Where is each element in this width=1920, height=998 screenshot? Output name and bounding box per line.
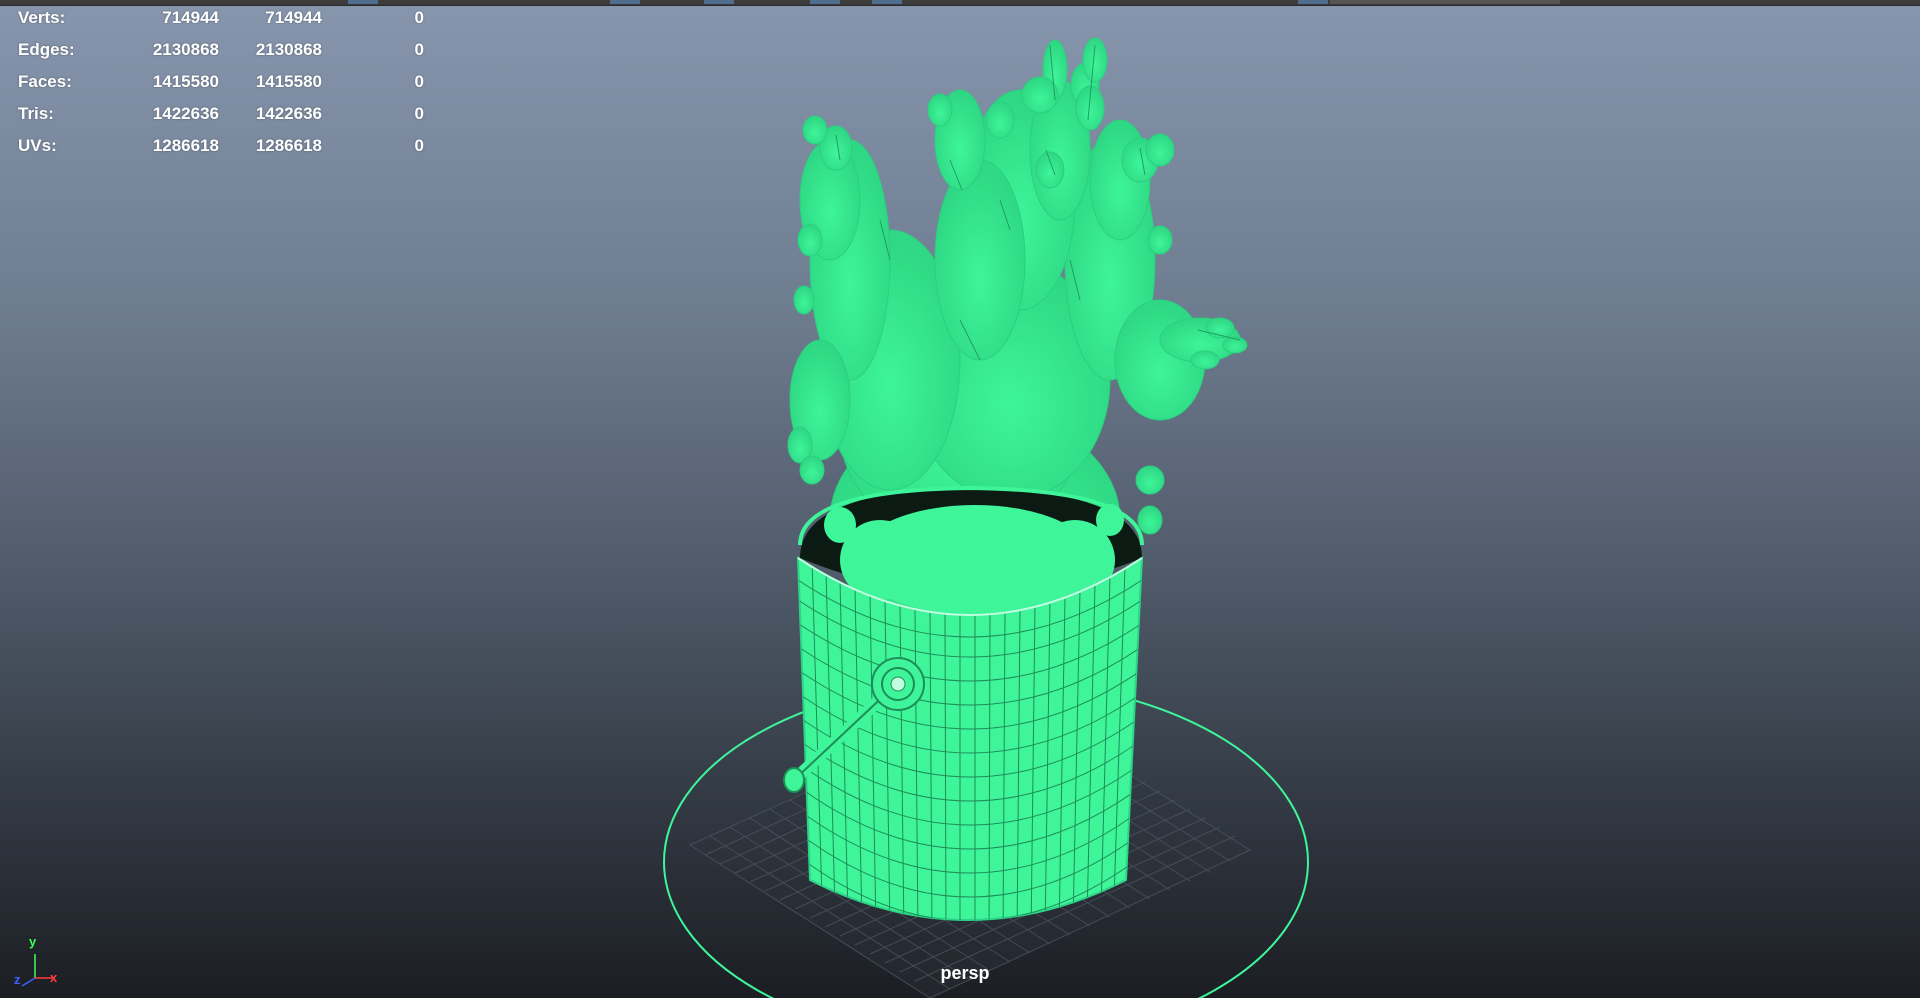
- hud-label: Faces:: [18, 72, 72, 91]
- hud-row-uvs: UVs: 1286618 1286618 0: [18, 130, 424, 162]
- camera-name-label: persp: [940, 963, 990, 983]
- axis-x-label: x: [50, 970, 58, 985]
- hud-value: 0: [414, 8, 424, 27]
- hud-label: Tris:: [18, 104, 54, 123]
- hud-row-edges: Edges: 2130868 2130868 0: [18, 34, 424, 66]
- axis-y-label: y: [29, 934, 37, 949]
- hud-value: 0: [414, 72, 424, 91]
- hud-value: 0: [414, 104, 424, 123]
- hud-value: 1415580: [152, 72, 219, 91]
- hud-value: 0: [414, 136, 424, 155]
- 3d-viewport[interactable]: Verts: 714944 714944 0 Edges: 2130868 21…: [0, 0, 1920, 998]
- hud-row-verts: Verts: 714944 714944 0: [18, 2, 424, 34]
- hud-label: Edges:: [18, 40, 75, 59]
- hud-row-tris: Tris: 1422636 1422636 0: [18, 98, 424, 130]
- hud-value: 1422636: [255, 104, 322, 123]
- hud-label: UVs:: [18, 136, 57, 155]
- hud-value: 2130868: [255, 40, 322, 59]
- hud-value: 0: [414, 40, 424, 59]
- hud-value: 1286618: [152, 136, 219, 155]
- hud-value: 714944: [265, 8, 322, 27]
- poly-count-hud: Verts: 714944 714944 0 Edges: 2130868 21…: [18, 2, 424, 162]
- axis-z-label: z: [14, 972, 21, 987]
- hud-label: Verts:: [18, 8, 66, 27]
- axis-gizmo: y x z: [10, 930, 70, 990]
- hud-value: 714944: [162, 8, 219, 27]
- hud-value: 1422636: [152, 104, 219, 123]
- hud-value: 1286618: [255, 136, 322, 155]
- hud-value: 1415580: [255, 72, 322, 91]
- hud-row-faces: Faces: 1415580 1415580 0: [18, 66, 424, 98]
- hud-value: 2130868: [152, 40, 219, 59]
